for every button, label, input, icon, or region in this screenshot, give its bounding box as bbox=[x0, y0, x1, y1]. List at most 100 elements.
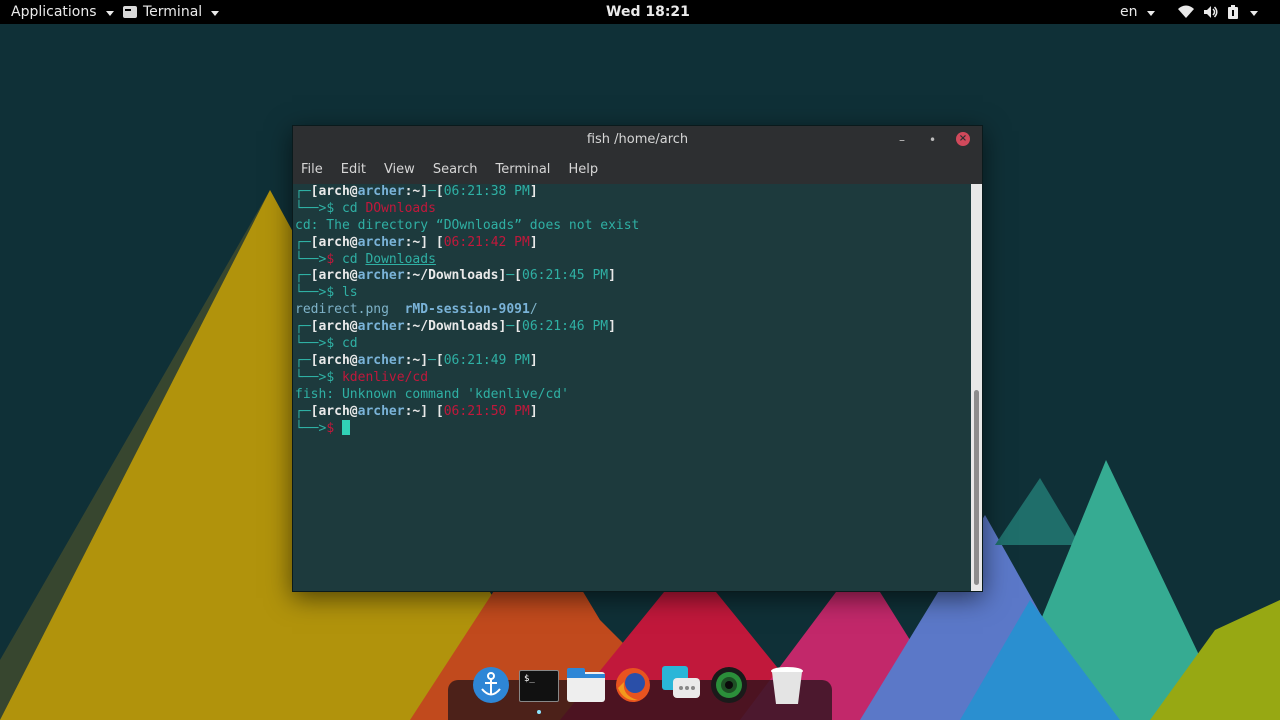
terminal-line: ┌─[arch@archer:~]─[06:21:38 PM] bbox=[295, 184, 971, 201]
volume-icon bbox=[1204, 6, 1218, 18]
chevron-down-icon bbox=[105, 10, 114, 16]
terminal-line: ┌─[arch@archer:~]─[06:21:49 PM] bbox=[295, 353, 971, 370]
prompt-user: arch bbox=[318, 234, 350, 250]
anchor-app-icon[interactable] bbox=[472, 666, 510, 704]
terminal-line: └──>$ kdenlive/cd bbox=[295, 370, 971, 387]
menu-search[interactable]: Search bbox=[433, 162, 478, 177]
prompt-time: 06:21:46 PM bbox=[522, 319, 609, 335]
prompt-separator: ─ bbox=[428, 352, 436, 368]
terminal-output[interactable]: ┌─[arch@archer:~]─[06:21:38 PM] └──>$ cd … bbox=[293, 184, 971, 591]
command-text: cd bbox=[341, 200, 366, 216]
prompt-path: :~/Downloads bbox=[404, 268, 499, 284]
trash-app-icon[interactable] bbox=[770, 666, 808, 704]
prompt-at: @ bbox=[349, 319, 358, 335]
output-text: fish: Unknown command 'kdenlive/cd' bbox=[295, 386, 569, 402]
prompt-time: 06:21:50 PM bbox=[443, 403, 530, 419]
terminal-line: └──>$ cd bbox=[295, 336, 971, 353]
scrollbar-thumb[interactable] bbox=[974, 390, 979, 585]
prompt-separator bbox=[428, 235, 436, 250]
ls-entry: rMD-session-9091 bbox=[404, 302, 530, 318]
prompt-corner: ┌─ bbox=[295, 319, 311, 335]
prompt-corner: ┌─ bbox=[295, 234, 311, 250]
prompt-separator: ─ bbox=[506, 319, 515, 335]
window-titlebar[interactable]: fish /home/arch – • × bbox=[293, 126, 982, 154]
clock[interactable]: Wed 18:21 bbox=[606, 0, 690, 24]
menu-file[interactable]: File bbox=[301, 162, 323, 177]
minimize-button[interactable]: – bbox=[899, 126, 905, 154]
window-title: fish /home/arch bbox=[586, 132, 689, 147]
chevron-down-icon bbox=[1146, 10, 1155, 16]
prompt-arrow: └──> bbox=[295, 369, 327, 385]
terminal-line: └──>$ cd Downloads bbox=[295, 252, 971, 269]
clock-label: Wed 18:21 bbox=[606, 4, 690, 20]
prompt-corner: ┌─ bbox=[295, 184, 311, 199]
prompt-dollar: $ bbox=[326, 200, 342, 216]
terminal-app-icon[interactable]: $_ bbox=[519, 670, 559, 702]
terminal-line: └──>$ cd DOwnloads bbox=[295, 201, 971, 218]
scrollbar[interactable] bbox=[971, 184, 982, 591]
language-selector[interactable]: en bbox=[1120, 0, 1155, 24]
prompt-dollar: $ bbox=[326, 285, 342, 301]
close-button[interactable]: × bbox=[956, 132, 970, 146]
terminal-app-menu[interactable]: Terminal bbox=[123, 0, 220, 24]
maximize-button[interactable]: • bbox=[929, 126, 936, 154]
prompt-bracket: ] bbox=[420, 234, 429, 250]
prompt-bracket: ] bbox=[529, 184, 538, 199]
prompt-bracket: [ bbox=[514, 268, 522, 284]
running-indicator bbox=[537, 710, 541, 714]
prompt-at: @ bbox=[349, 403, 358, 419]
terminal-icon bbox=[123, 6, 137, 18]
terminal-line: redirect.png rMD-session-9091/ bbox=[295, 302, 971, 319]
applications-menu[interactable]: Applications bbox=[11, 0, 114, 24]
camera-app-icon[interactable] bbox=[710, 666, 748, 704]
prompt-bracket: ] bbox=[420, 184, 429, 199]
prompt-host: archer bbox=[357, 268, 405, 284]
prompt-bracket: ] bbox=[608, 319, 616, 335]
prompt-corner: ┌─ bbox=[295, 403, 311, 419]
command-text: cd bbox=[341, 336, 358, 352]
command-text: kdenlive/cd bbox=[341, 369, 429, 385]
prompt-host: archer bbox=[357, 403, 405, 419]
firefox-app-icon[interactable] bbox=[614, 666, 652, 704]
menu-view[interactable]: View bbox=[384, 162, 415, 177]
prompt-at: @ bbox=[349, 268, 358, 284]
prompt-time: 06:21:45 PM bbox=[522, 268, 609, 284]
prompt-bracket: ] bbox=[420, 352, 429, 368]
prompt-dollar: $ bbox=[326, 251, 342, 267]
prompt-arrow: └──> bbox=[295, 336, 327, 352]
prompt-user: arch bbox=[318, 268, 350, 284]
menu-help[interactable]: Help bbox=[568, 162, 598, 177]
chevron-down-icon bbox=[211, 10, 220, 16]
prompt-arrow: └──> bbox=[295, 285, 327, 301]
terminal-app-label: Terminal bbox=[143, 4, 203, 20]
terminal-line: ┌─[arch@archer:~] [06:21:50 PM] bbox=[295, 404, 971, 421]
terminal-line: └──>$ ls bbox=[295, 285, 971, 302]
prompt-arrow: └──> bbox=[295, 251, 327, 267]
terminal-line: ┌─[arch@archer:~] [06:21:42 PM] bbox=[295, 235, 971, 252]
prompt-at: @ bbox=[349, 352, 358, 368]
prompt-corner: ┌─ bbox=[295, 352, 311, 368]
prompt-path: :~/Downloads bbox=[404, 319, 499, 335]
prompt-bracket: [ bbox=[435, 352, 444, 368]
command-text: cd bbox=[341, 251, 366, 267]
command-text: DOwnloads bbox=[365, 200, 436, 216]
system-status-menu[interactable] bbox=[1178, 0, 1258, 24]
files-app-icon[interactable] bbox=[566, 666, 605, 704]
prompt-at: @ bbox=[349, 184, 358, 199]
menu-terminal[interactable]: Terminal bbox=[495, 162, 550, 177]
prompt-bracket: ] bbox=[420, 403, 429, 419]
command-text: ls bbox=[341, 285, 358, 301]
chat-app-icon[interactable] bbox=[661, 666, 700, 704]
output-text: cd: The directory “DOwnloads” does not e… bbox=[295, 217, 640, 233]
prompt-bracket: ] bbox=[529, 403, 538, 419]
prompt-time: 06:21:38 PM bbox=[443, 184, 530, 199]
menu-edit[interactable]: Edit bbox=[341, 162, 366, 177]
prompt-dollar: $ bbox=[326, 421, 342, 437]
prompt-user: arch bbox=[318, 319, 350, 335]
prompt-user: arch bbox=[318, 352, 350, 368]
prompt-time: 06:21:42 PM bbox=[443, 234, 530, 250]
terminal-line: cd: The directory “DOwnloads” does not e… bbox=[295, 218, 971, 235]
prompt-separator: ─ bbox=[428, 184, 436, 199]
applications-label: Applications bbox=[11, 4, 97, 20]
language-label: en bbox=[1120, 4, 1138, 20]
